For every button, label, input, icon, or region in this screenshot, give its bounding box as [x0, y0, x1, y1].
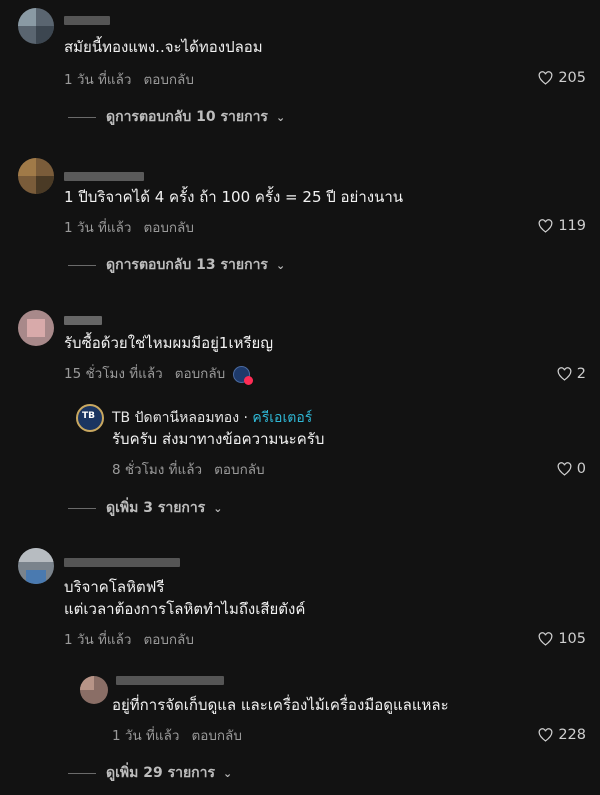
comment-meta: 1 วัน ที่แล้ว ตอบกลับ	[64, 68, 194, 90]
like-button[interactable]: 2	[557, 366, 586, 382]
chevron-down-icon: ⌄	[275, 110, 286, 124]
reply-text: อยู่ที่การจัดเก็บดูแล และเครื่องไม้เครื่…	[112, 696, 449, 714]
like-count: 228	[558, 727, 586, 743]
view-more-label: ดูเพิ่ม 29 รายการ	[106, 765, 216, 781]
divider-line	[68, 772, 96, 774]
username-blurred[interactable]	[64, 316, 102, 325]
comment-meta: 15 ชั่วโมง ที่แล้ว ตอบกลับ	[64, 362, 254, 385]
reply-time: 8 ชั่วโมง ที่แล้ว	[112, 462, 203, 478]
like-button[interactable]: 228	[538, 727, 586, 743]
heart-outline-icon	[538, 71, 553, 85]
reply-avatar[interactable]	[80, 676, 108, 704]
username-blurred[interactable]	[64, 558, 180, 567]
divider-line	[68, 264, 96, 266]
creator-tag: ครีเอเตอร์	[252, 410, 313, 426]
reply-button[interactable]: ตอบกลับ	[143, 632, 193, 648]
view-replies-button[interactable]: ดูการตอบกลับ 13 รายการ ⌄	[68, 254, 285, 276]
heart-outline-icon	[538, 219, 553, 233]
reply-button[interactable]: ตอบกลับ	[214, 462, 264, 478]
comment-text: 1 ปีบริจาคได้ 4 ครั้ง ถ้า 100 ครั้ง = 25…	[64, 188, 404, 206]
comment-meta: 1 วัน ที่แล้ว ตอบกลับ	[64, 216, 194, 238]
avatar[interactable]	[18, 310, 54, 346]
chevron-down-icon: ⌄	[223, 766, 233, 780]
reply-time: 1 วัน ที่แล้ว	[112, 728, 180, 744]
heart-outline-icon	[538, 728, 553, 742]
like-button[interactable]: 0	[557, 461, 586, 477]
username-blurred[interactable]	[64, 16, 110, 25]
like-count: 0	[576, 461, 586, 477]
avatar[interactable]	[18, 548, 54, 584]
view-replies-label: ดูการตอบกลับ 13 รายการ	[106, 257, 268, 273]
comment-meta: 1 วัน ที่แล้ว ตอบกลับ	[64, 628, 194, 650]
comment-text-line2: แต่เวลาต้องการโลหิตทำไมถึงเสียตังค์	[64, 600, 306, 618]
reply-meta: 1 วัน ที่แล้ว ตอบกลับ	[112, 724, 242, 746]
reply-button[interactable]: ตอบกลับ	[143, 72, 193, 88]
divider-line	[68, 116, 96, 118]
like-count: 205	[558, 70, 586, 86]
chevron-down-icon: ⌄	[213, 501, 223, 515]
comment-text: รับซื้อด้วยใช่ไหมผมมีอยู่1เหรียญ	[64, 334, 274, 352]
creator-avatar-text: TB	[82, 411, 95, 421]
comment-time: 1 วัน ที่แล้ว	[64, 72, 132, 88]
reply-username-blurred[interactable]	[116, 676, 224, 685]
reply-button[interactable]: ตอบกลับ	[175, 366, 225, 382]
heart-outline-icon	[538, 632, 553, 646]
view-replies-button[interactable]: ดูการตอบกลับ 10 รายการ ⌄	[68, 106, 285, 128]
comment-time: 1 วัน ที่แล้ว	[64, 632, 132, 648]
like-count: 119	[558, 218, 586, 234]
like-count: 2	[576, 366, 586, 382]
reply-text: รับครับ ส่งมาทางข้อความนะครับ	[112, 430, 325, 448]
view-replies-label: ดูการตอบกลับ 10 รายการ	[106, 109, 268, 125]
comment-time: 1 วัน ที่แล้ว	[64, 220, 132, 236]
creator-liked-avatar	[233, 365, 254, 385]
view-more-button[interactable]: ดูเพิ่ม 29 รายการ ⌄	[68, 762, 232, 784]
comment-text: สมัยนี้ทองแพง..จะได้ทองปลอม	[64, 38, 263, 56]
heart-outline-icon	[557, 462, 572, 476]
heart-badge-icon	[244, 375, 254, 385]
creator-avatar[interactable]: TB	[76, 404, 104, 432]
like-button[interactable]: 205	[538, 70, 586, 86]
divider-line	[68, 507, 96, 509]
creator-name[interactable]: TB ปัดตานีหลอมทอง · ครีเอเตอร์	[112, 407, 312, 429]
comment-time: 15 ชั่วโมง ที่แล้ว	[64, 366, 163, 382]
reply-button[interactable]: ตอบกลับ	[191, 728, 241, 744]
reply-meta: 8 ชั่วโมง ที่แล้ว ตอบกลับ	[112, 458, 265, 480]
view-more-label: ดูเพิ่ม 3 รายการ	[106, 500, 206, 516]
like-button[interactable]: 105	[538, 631, 586, 647]
like-count: 105	[558, 631, 586, 647]
heart-outline-icon	[557, 367, 572, 381]
reply-button[interactable]: ตอบกลับ	[143, 220, 193, 236]
username-blurred[interactable]	[64, 172, 144, 181]
like-button[interactable]: 119	[538, 218, 586, 234]
chevron-down-icon: ⌄	[275, 258, 286, 272]
comment-text-line1: บริจาคโลหิตฟรี	[64, 578, 165, 596]
avatar[interactable]	[18, 8, 54, 44]
avatar[interactable]	[18, 158, 54, 194]
view-more-button[interactable]: ดูเพิ่ม 3 รายการ ⌄	[68, 497, 222, 519]
